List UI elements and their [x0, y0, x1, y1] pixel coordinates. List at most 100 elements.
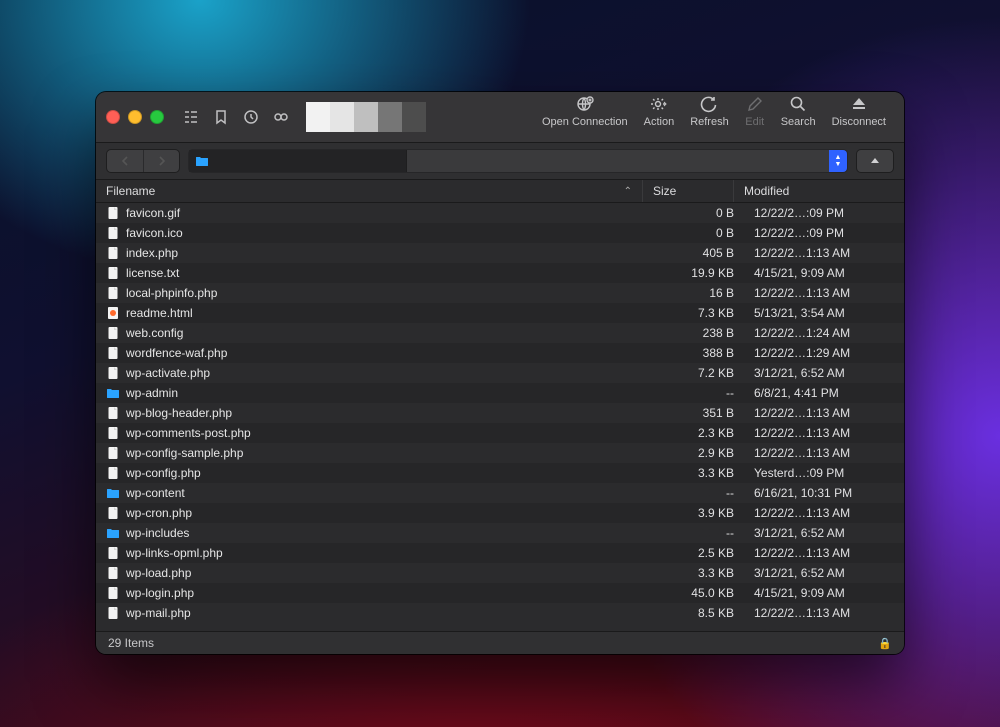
path-stepper[interactable]: ▲ ▼	[829, 150, 847, 172]
file-name: wp-links-opml.php	[126, 546, 223, 560]
file-row[interactable]: web.config238 B12/22/2…1:24 AM	[96, 323, 904, 343]
file-icon	[106, 306, 120, 320]
column-header-filename[interactable]: Filename ⌃	[96, 180, 643, 202]
file-list[interactable]: favicon.gif0 B12/22/2…:09 PMfavicon.ico0…	[96, 203, 904, 631]
file-icon	[106, 366, 120, 380]
column-header-size[interactable]: Size	[643, 180, 734, 202]
file-modified: 5/13/21, 3:54 AM	[744, 306, 904, 320]
file-size: --	[664, 526, 744, 540]
file-modified: 4/15/21, 9:09 AM	[744, 266, 904, 280]
file-modified: 3/12/21, 6:52 AM	[744, 566, 904, 580]
file-size: 45.0 KB	[664, 586, 744, 600]
file-modified: 12/22/2…1:24 AM	[744, 326, 904, 340]
file-row[interactable]: readme.html7.3 KB5/13/21, 3:54 AM	[96, 303, 904, 323]
swatch[interactable]	[330, 102, 354, 132]
quick-connect-swatches[interactable]	[306, 102, 426, 132]
bookmarks-icon[interactable]	[212, 108, 230, 126]
ftp-browser-window: Open Connection Action R	[96, 92, 904, 654]
file-name: wp-activate.php	[126, 366, 210, 380]
open-connection-button[interactable]: Open Connection	[534, 95, 636, 128]
file-icon	[106, 266, 120, 280]
file-row[interactable]: local-phpinfo.php16 B12/22/2…1:13 AM	[96, 283, 904, 303]
refresh-label: Refresh	[690, 116, 729, 128]
back-button[interactable]	[107, 150, 143, 172]
lock-icon: 🔒	[878, 637, 892, 650]
swatch[interactable]	[354, 102, 378, 132]
file-size: 388 B	[664, 346, 744, 360]
file-row[interactable]: wp-login.php45.0 KB4/15/21, 9:09 AM	[96, 583, 904, 603]
file-size: 2.5 KB	[664, 546, 744, 560]
column-header-modified[interactable]: Modified	[734, 180, 904, 202]
file-icon	[106, 406, 120, 420]
bonjour-icon[interactable]	[272, 108, 290, 126]
status-bar: 29 Items 🔒	[96, 631, 904, 654]
edit-button[interactable]: Edit	[737, 95, 773, 128]
file-icon	[106, 466, 120, 480]
forward-button[interactable]	[143, 150, 179, 172]
file-icon	[106, 606, 120, 620]
file-row[interactable]: favicon.ico0 B12/22/2…:09 PM	[96, 223, 904, 243]
file-name: wordfence-waf.php	[126, 346, 227, 360]
folder-icon	[106, 486, 120, 500]
file-row[interactable]: wp-config.php3.3 KBYesterd…:09 PM	[96, 463, 904, 483]
file-row[interactable]: wordfence-waf.php388 B12/22/2…1:29 AM	[96, 343, 904, 363]
disconnect-button[interactable]: Disconnect	[824, 95, 894, 128]
file-modified: Yesterd…:09 PM	[744, 466, 904, 480]
outline-view-icon[interactable]	[182, 108, 200, 126]
chevron-up-icon: ▲	[835, 154, 842, 161]
file-name: wp-admin	[126, 386, 178, 400]
file-name: index.php	[126, 246, 178, 260]
file-size: 405 B	[664, 246, 744, 260]
file-row[interactable]: wp-admin--6/8/21, 4:41 PM	[96, 383, 904, 403]
gear-icon	[649, 95, 669, 113]
file-size: 238 B	[664, 326, 744, 340]
file-name: wp-content	[126, 486, 185, 500]
file-modified: 4/15/21, 9:09 AM	[744, 586, 904, 600]
refresh-button[interactable]: Refresh	[682, 95, 737, 128]
file-name: license.txt	[126, 266, 179, 280]
file-row[interactable]: wp-config-sample.php2.9 KB12/22/2…1:13 A…	[96, 443, 904, 463]
search-button[interactable]: Search	[773, 95, 824, 128]
eject-icon	[849, 95, 869, 113]
close-button[interactable]	[106, 110, 120, 124]
file-row[interactable]: wp-load.php3.3 KB3/12/21, 6:52 AM	[96, 563, 904, 583]
file-name: wp-mail.php	[126, 606, 191, 620]
edit-label: Edit	[745, 116, 764, 128]
zoom-button[interactable]	[150, 110, 164, 124]
file-modified: 12/22/2…1:13 AM	[744, 506, 904, 520]
column-header-modified-label: Modified	[744, 184, 789, 198]
file-icon	[106, 426, 120, 440]
swatch[interactable]	[402, 102, 426, 132]
file-size: 3.3 KB	[664, 466, 744, 480]
path-popup[interactable]: ▲ ▼	[188, 149, 848, 173]
file-row[interactable]: wp-activate.php7.2 KB3/12/21, 6:52 AM	[96, 363, 904, 383]
refresh-icon	[699, 95, 719, 113]
file-name: wp-blog-header.php	[126, 406, 232, 420]
history-icon[interactable]	[242, 108, 260, 126]
action-button[interactable]: Action	[636, 95, 683, 128]
file-row[interactable]: wp-comments-post.php2.3 KB12/22/2…1:13 A…	[96, 423, 904, 443]
minimize-button[interactable]	[128, 110, 142, 124]
file-row[interactable]: license.txt 19.9 KB4/15/21, 9:09 AM	[96, 263, 904, 283]
file-row[interactable]: wp-cron.php3.9 KB12/22/2…1:13 AM	[96, 503, 904, 523]
file-row[interactable]: wp-content--6/16/21, 10:31 PM	[96, 483, 904, 503]
file-row[interactable]: index.php405 B12/22/2…1:13 AM	[96, 243, 904, 263]
file-row[interactable]: wp-mail.php8.5 KB12/22/2…1:13 AM	[96, 603, 904, 623]
go-up-button[interactable]	[856, 149, 894, 173]
file-modified: 12/22/2…:09 PM	[744, 206, 904, 220]
file-size: 19.9 KB	[664, 266, 744, 280]
swatch[interactable]	[378, 102, 402, 132]
file-icon	[106, 246, 120, 260]
file-size: 7.2 KB	[664, 366, 744, 380]
file-row[interactable]: wp-includes--3/12/21, 6:52 AM	[96, 523, 904, 543]
file-row[interactable]: wp-blog-header.php351 B12/22/2…1:13 AM	[96, 403, 904, 423]
file-name: wp-config-sample.php	[126, 446, 243, 460]
search-label: Search	[781, 116, 816, 128]
file-row[interactable]: wp-links-opml.php2.5 KB12/22/2…1:13 AM	[96, 543, 904, 563]
file-size: 0 B	[664, 226, 744, 240]
chevron-down-icon: ▼	[835, 161, 842, 168]
file-modified: 12/22/2…1:13 AM	[744, 286, 904, 300]
swatch[interactable]	[306, 102, 330, 132]
file-row[interactable]: favicon.gif0 B12/22/2…:09 PM	[96, 203, 904, 223]
file-name: readme.html	[126, 306, 193, 320]
